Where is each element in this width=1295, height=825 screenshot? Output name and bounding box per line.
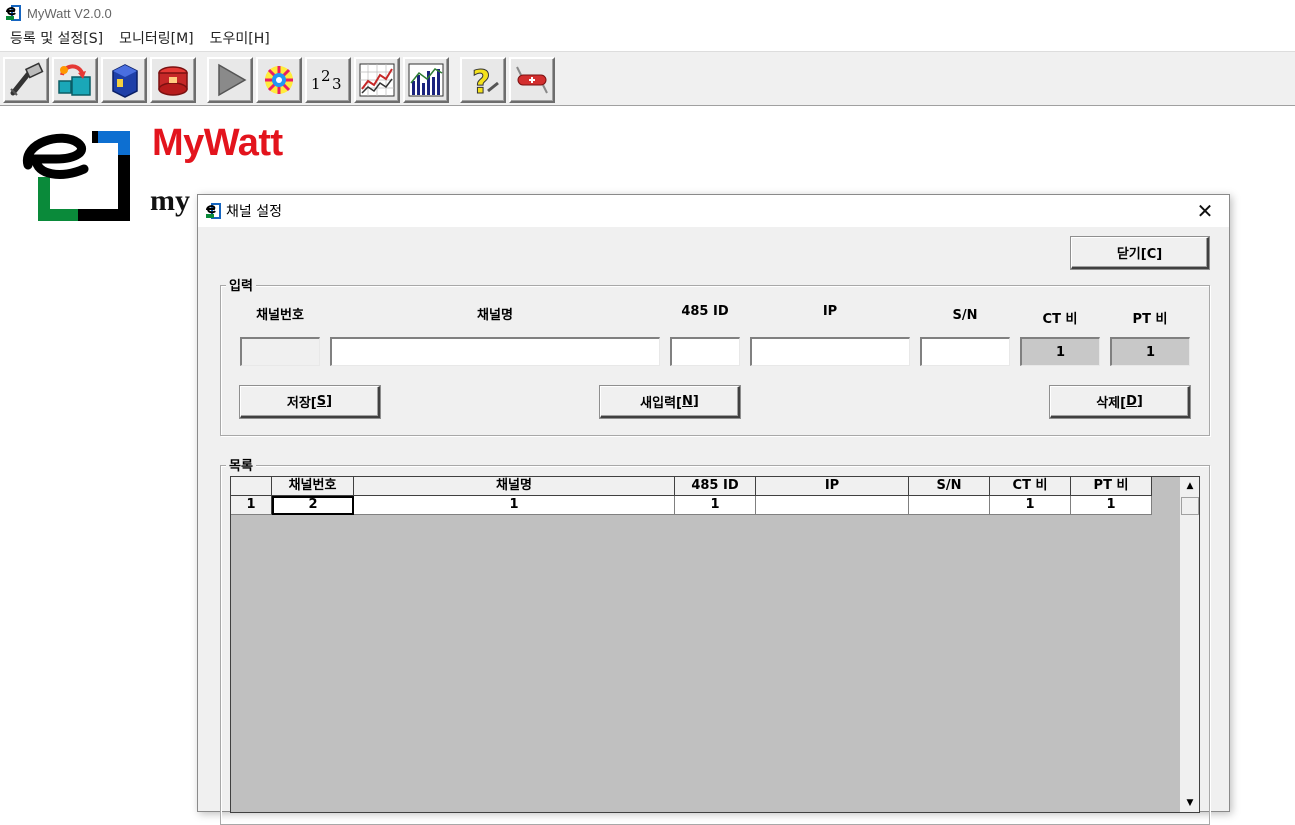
grid-corner-cell [231, 477, 272, 496]
grid-header-ct-ratio[interactable]: CT 비 [990, 477, 1071, 496]
line-graph-icon [359, 63, 395, 97]
blue-device-icon [112, 64, 138, 98]
pt-ratio-field[interactable]: 1 [1110, 337, 1190, 366]
new-label-key: N [681, 394, 693, 409]
new-label-prefix: 새입력[ [640, 396, 682, 411]
table-row[interactable]: 1 2 1 1 1 1 [231, 496, 1152, 515]
scroll-thumb[interactable] [1181, 497, 1199, 515]
grid-cell-channel-no[interactable]: 2 [272, 496, 354, 515]
grid-row-number[interactable]: 1 [231, 496, 272, 515]
sn-field[interactable] [920, 337, 1010, 366]
delete-label-prefix: 삭제[ [1096, 396, 1127, 411]
ip-field[interactable] [750, 337, 910, 366]
close-button-label: 닫기[C] [1116, 247, 1163, 262]
grid-cell-ct-ratio[interactable]: 1 [990, 496, 1071, 515]
grid-header-485-id[interactable]: 485 ID [675, 477, 756, 496]
grid-header-channel-name[interactable]: 채널명 [354, 477, 675, 496]
toolbar-transfer-button[interactable] [52, 57, 98, 103]
menu-help[interactable]: 도우미[H] [202, 28, 278, 48]
grid-cell-sn[interactable] [909, 496, 990, 515]
header-channel-name: 채널명 [477, 308, 513, 323]
help-question-icon: ? [472, 63, 499, 99]
brand-subtitle: my [150, 184, 190, 217]
transfer-box-icon [58, 64, 91, 96]
svg-text:?: ? [472, 63, 491, 99]
app-logo-icon [205, 203, 221, 219]
toolbar-connect-button[interactable] [3, 57, 49, 103]
connect-cable-icon [10, 62, 44, 96]
grid-header-ip[interactable]: IP [756, 477, 909, 496]
toolbar-monitor-button[interactable] [256, 57, 302, 103]
delete-label-key: D [1126, 394, 1137, 409]
save-label-suffix: ] [326, 394, 333, 409]
grid-cell-485-id[interactable]: 1 [675, 496, 756, 515]
close-icon[interactable]: ✕ [1195, 199, 1215, 223]
save-button[interactable]: 저장[S] [240, 386, 380, 418]
brand-logo [23, 131, 130, 221]
toolbar-toolbox-button[interactable] [150, 57, 196, 103]
grid-cell-pt-ratio[interactable]: 1 [1071, 496, 1152, 515]
dialog-title: 채널 설정 [226, 204, 282, 220]
brand-title: MyWatt [152, 122, 283, 164]
channel-settings-dialog: 채널 설정 ✕ 닫기[C] 입력 채널번호 채널명 485 ID IP S/N … [197, 194, 1230, 825]
bar-graph-icon [408, 63, 444, 97]
save-label-key: S [316, 394, 327, 409]
dialog-titlebar: 채널 설정 ✕ [198, 195, 1229, 227]
toolbar-play-button[interactable] [207, 57, 253, 103]
toolbar-help-button[interactable]: ? [460, 57, 506, 103]
exit-knife-icon [516, 66, 548, 94]
grid-cell-channel-name[interactable]: 1 [354, 496, 675, 515]
channel-name-field[interactable] [330, 337, 660, 366]
id485-field[interactable] [670, 337, 740, 366]
delete-button[interactable]: 삭제[D] [1050, 386, 1190, 418]
grid-cell-ip[interactable] [756, 496, 909, 515]
menu-registration-settings[interactable]: 등록 및 설정[S] [2, 28, 111, 48]
toolbar-line-graph-button[interactable] [354, 57, 400, 103]
channel-no-field [240, 337, 320, 366]
header-485-id: 485 ID [681, 304, 729, 319]
menubar: 등록 및 설정[S] 모니터링[M] 도우미[H] [0, 26, 1295, 50]
header-sn: S/N [952, 308, 978, 323]
header-ip: IP [822, 304, 838, 319]
toolbar: 1 2 3 ? [0, 51, 1295, 106]
header-ct-ratio: CT 비 [1042, 312, 1078, 327]
svg-text:3: 3 [332, 75, 342, 93]
svg-text:1: 1 [311, 75, 321, 93]
header-channel-no: 채널번호 [256, 308, 304, 323]
delete-label-suffix: ] [1136, 394, 1143, 409]
window-title: MyWatt V2.0.0 [27, 5, 112, 21]
toolbar-bar-graph-button[interactable] [403, 57, 449, 103]
grid-header-channel-no[interactable]: 채널번호 [272, 477, 354, 496]
numbers-123-icon: 1 2 3 [311, 67, 342, 93]
input-group-label: 입력 [226, 275, 256, 294]
play-icon [218, 63, 247, 97]
scroll-up-icon[interactable]: ▲ [1181, 477, 1199, 495]
toolbar-numbers-button[interactable]: 1 2 3 [305, 57, 351, 103]
svg-text:2: 2 [321, 67, 331, 85]
grid-header-pt-ratio[interactable]: PT 비 [1071, 477, 1152, 496]
toolbar-exit-button[interactable] [509, 57, 555, 103]
menu-monitoring[interactable]: 모니터링[M] [111, 28, 202, 48]
close-button[interactable]: 닫기[C] [1071, 237, 1209, 269]
channel-list-grid[interactable]: 채널번호 채널명 485 ID IP S/N CT 비 PT 비 1 2 1 1… [230, 476, 1200, 813]
app-logo-icon [5, 5, 21, 21]
scroll-down-icon[interactable]: ▼ [1181, 794, 1199, 812]
new-label-suffix: ] [692, 394, 699, 409]
window-titlebar: MyWatt V2.0.0 [0, 0, 1295, 26]
header-pt-ratio: PT 비 [1132, 312, 1168, 327]
grid-header-row: 채널번호 채널명 485 ID IP S/N CT 비 PT 비 [231, 477, 1152, 496]
grid-header-sn[interactable]: S/N [909, 477, 990, 496]
grid-vertical-scrollbar[interactable]: ▲ ▼ [1179, 477, 1199, 812]
list-group-label: 목록 [226, 455, 256, 474]
save-label-prefix: 저장[ [286, 396, 317, 411]
eye-color-icon [265, 66, 293, 94]
new-entry-button[interactable]: 새입력[N] [600, 386, 740, 418]
toolbar-device-button[interactable] [101, 57, 147, 103]
red-toolbox-icon [158, 66, 188, 96]
ct-ratio-field[interactable]: 1 [1020, 337, 1100, 366]
